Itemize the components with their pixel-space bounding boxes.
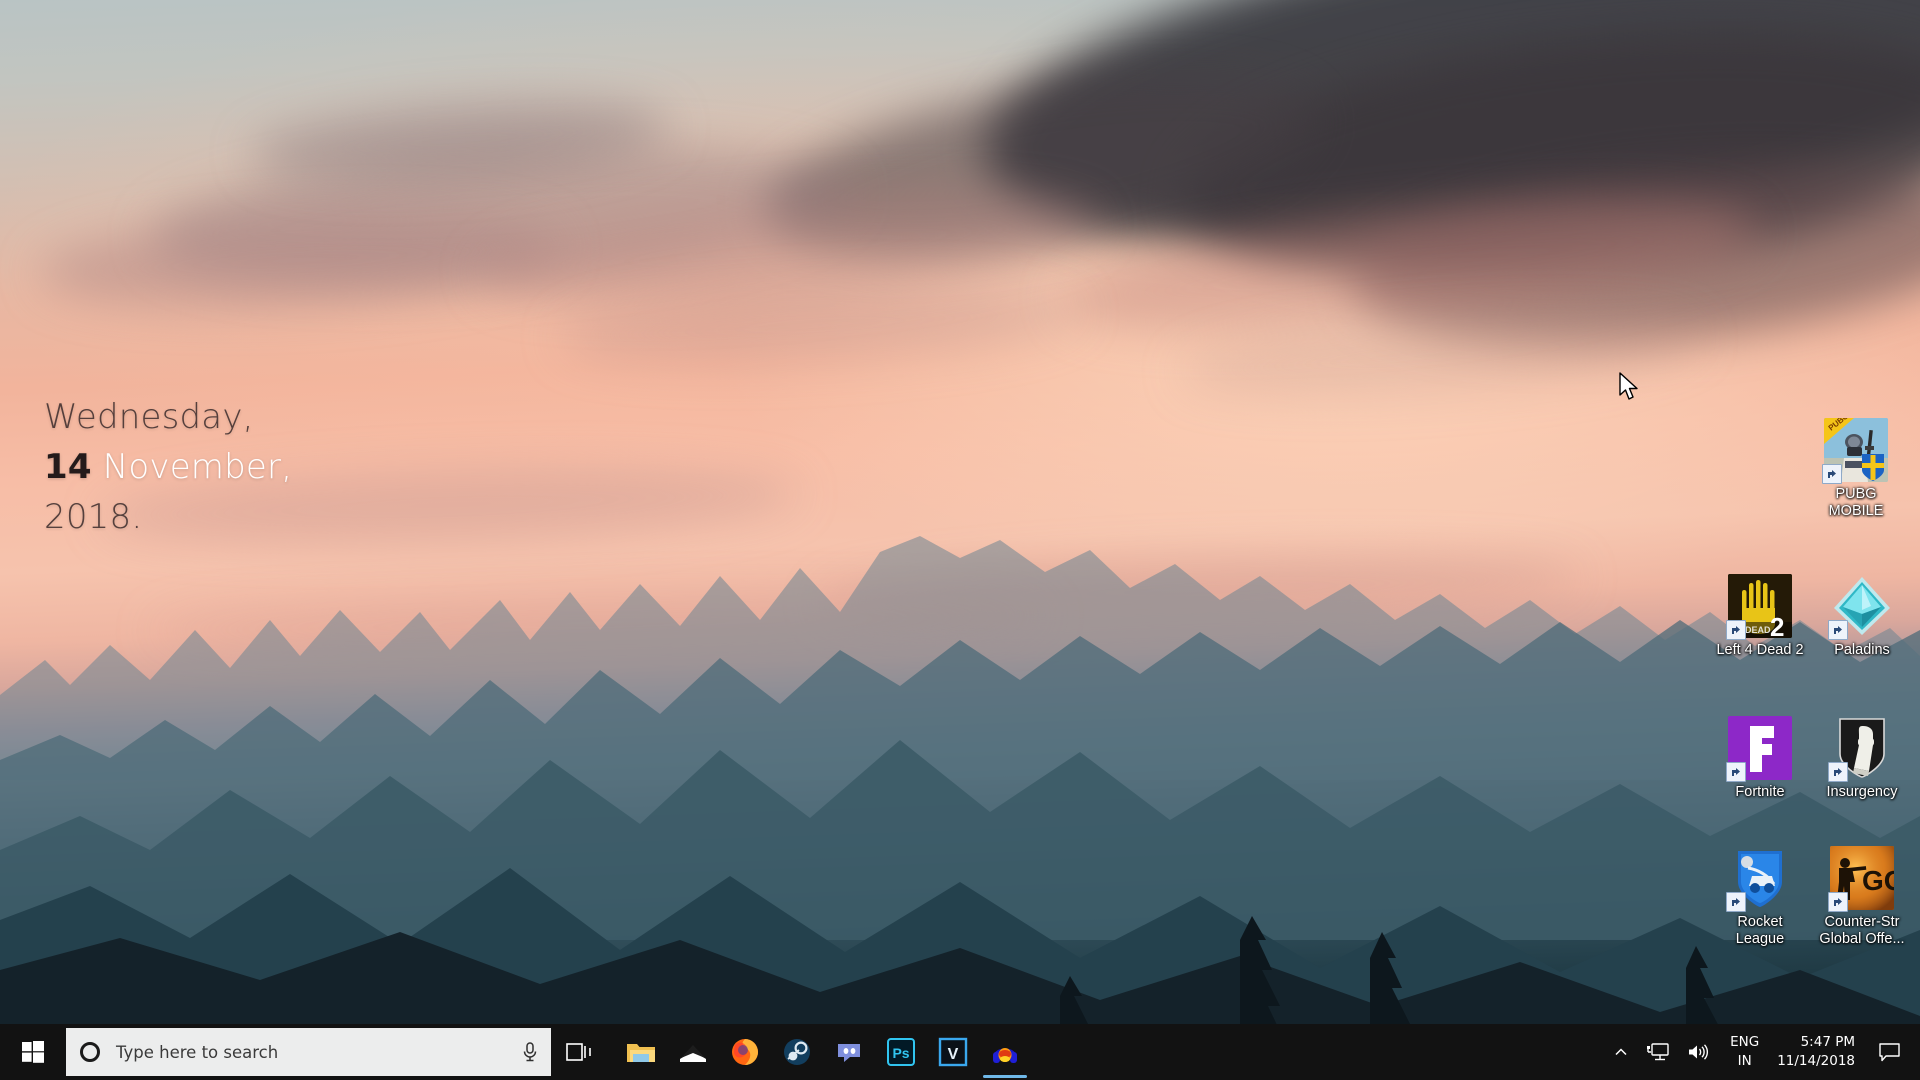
date-day-month-line: 14 November, — [44, 442, 292, 492]
speech-bubble-icon — [1879, 1042, 1900, 1062]
action-center-button[interactable] — [1867, 1024, 1916, 1080]
desktop-icon-label: Insurgency — [1826, 784, 1898, 800]
taskbar-app-firefox[interactable] — [719, 1024, 771, 1080]
fortnite-icon — [1726, 716, 1792, 782]
date-widget: Wednesday, 14 November, 2018. — [44, 392, 292, 542]
network-button[interactable] — [1638, 1024, 1678, 1080]
csgo-icon: GO — [1828, 846, 1894, 912]
speaker-icon — [1687, 1042, 1709, 1062]
taskbar-app-mail[interactable] — [667, 1024, 719, 1080]
discord-icon — [834, 1037, 864, 1067]
date-weekday-line: Wednesday, — [44, 392, 292, 442]
svg-text:2: 2 — [1770, 612, 1784, 638]
firefox-icon — [730, 1037, 760, 1067]
date-weekday: Wednesday, — [44, 397, 254, 437]
date-day: 14 — [44, 447, 92, 487]
desktop-icon-label: Counter-Str Global Offe... — [1819, 914, 1905, 947]
shortcut-arrow-icon — [1726, 892, 1746, 912]
language-indicator[interactable]: ENG IN — [1718, 1033, 1771, 1071]
desktop-icon-label: Fortnite — [1735, 784, 1785, 800]
svg-text:Ps: Ps — [892, 1045, 909, 1061]
desktop-icon-counter-strike-go[interactable]: GO Counter-Str Global Offe... — [1812, 846, 1912, 948]
clock-date: 11/14/2018 — [1777, 1053, 1855, 1069]
paladins-icon — [1828, 574, 1894, 640]
taskbar-app-vegas-pro[interactable]: V — [927, 1024, 979, 1080]
taskbar-app-audio-player[interactable] — [979, 1024, 1031, 1080]
shortcut-arrow-icon — [1822, 464, 1842, 484]
running-indicator — [983, 1075, 1027, 1078]
shortcut-arrow-icon — [1726, 620, 1746, 640]
desktop-icon-label: Paladins — [1834, 642, 1890, 658]
desktop-icon-left-4-dead-2[interactable]: L4 DEAD 2 Left 4 Dead 2 — [1710, 574, 1810, 659]
windows-logo-icon — [22, 1041, 44, 1063]
date-month: November, — [102, 447, 293, 487]
task-view-icon — [565, 1037, 595, 1067]
search-placeholder: Type here to search — [116, 1042, 279, 1062]
microphone-icon[interactable] — [521, 1042, 539, 1062]
search-input[interactable]: Type here to search — [66, 1028, 551, 1076]
svg-text:GO: GO — [1862, 865, 1894, 896]
folder-icon — [626, 1037, 656, 1067]
shortcut-arrow-icon — [1726, 762, 1746, 782]
shortcut-arrow-icon — [1828, 762, 1848, 782]
desktop-icon-label: Rocket League — [1735, 914, 1785, 947]
show-hidden-icons-button[interactable] — [1604, 1024, 1638, 1080]
desktop-icon-fortnite[interactable]: Fortnite — [1710, 716, 1810, 801]
desktop-icon-insurgency[interactable]: Insurgency — [1812, 716, 1912, 801]
desktop-icon-label: Left 4 Dead 2 — [1716, 642, 1804, 658]
desktop-icon-rocket-league[interactable]: Rocket League — [1710, 846, 1810, 948]
insurgency-icon — [1828, 716, 1894, 782]
date-year: 2018. — [44, 497, 143, 537]
taskbar-app-photoshop[interactable]: Ps — [875, 1024, 927, 1080]
desktop-icon-label: PUBG MOBILE — [1828, 486, 1884, 519]
rocket-league-icon — [1726, 846, 1792, 912]
date-year-line: 2018. — [44, 492, 292, 542]
network-monitor-icon — [1647, 1042, 1669, 1062]
clock-and-date[interactable]: 5:47 PM 11/14/2018 — [1771, 1033, 1867, 1071]
taskbar-app-list[interactable]: Ps V — [615, 1024, 1031, 1080]
shortcut-arrow-icon — [1828, 620, 1848, 640]
steam-icon — [782, 1037, 812, 1067]
chevron-up-icon — [1613, 1044, 1629, 1060]
taskbar-app-discord[interactable] — [823, 1024, 875, 1080]
vegas-icon: V — [938, 1037, 968, 1067]
photoshop-icon: Ps — [886, 1037, 916, 1067]
taskbar-app-steam[interactable] — [771, 1024, 823, 1080]
cortana-circle-icon — [80, 1042, 100, 1062]
pubg-icon: PUBG — [1822, 418, 1888, 484]
headphones-icon — [990, 1037, 1020, 1067]
language-region: IN — [1737, 1053, 1752, 1069]
volume-button[interactable] — [1678, 1024, 1718, 1080]
desktop-icon-pubg-mobile[interactable]: PUBG PUBG MOBILE — [1806, 418, 1906, 520]
shortcut-arrow-icon — [1828, 892, 1848, 912]
desktop-icon-paladins[interactable]: Paladins — [1812, 574, 1912, 659]
start-button[interactable] — [0, 1024, 66, 1080]
language-code: ENG — [1730, 1034, 1760, 1050]
envelope-icon — [678, 1037, 708, 1067]
task-view-button[interactable] — [551, 1024, 609, 1080]
clock-time: 5:47 PM — [1800, 1034, 1855, 1050]
desktop[interactable]: Wednesday, 14 November, 2018. PUBG PUBG … — [0, 0, 1920, 1080]
svg-text:V: V — [948, 1046, 959, 1063]
left4dead2-icon: L4 DEAD 2 — [1726, 574, 1792, 640]
taskbar-app-file-explorer[interactable] — [615, 1024, 667, 1080]
system-tray[interactable]: ENG IN 5:47 PM 11/14/2018 — [1604, 1024, 1920, 1080]
taskbar[interactable]: Type here to search Ps V ENG IN 5:47 PM … — [0, 1024, 1920, 1080]
